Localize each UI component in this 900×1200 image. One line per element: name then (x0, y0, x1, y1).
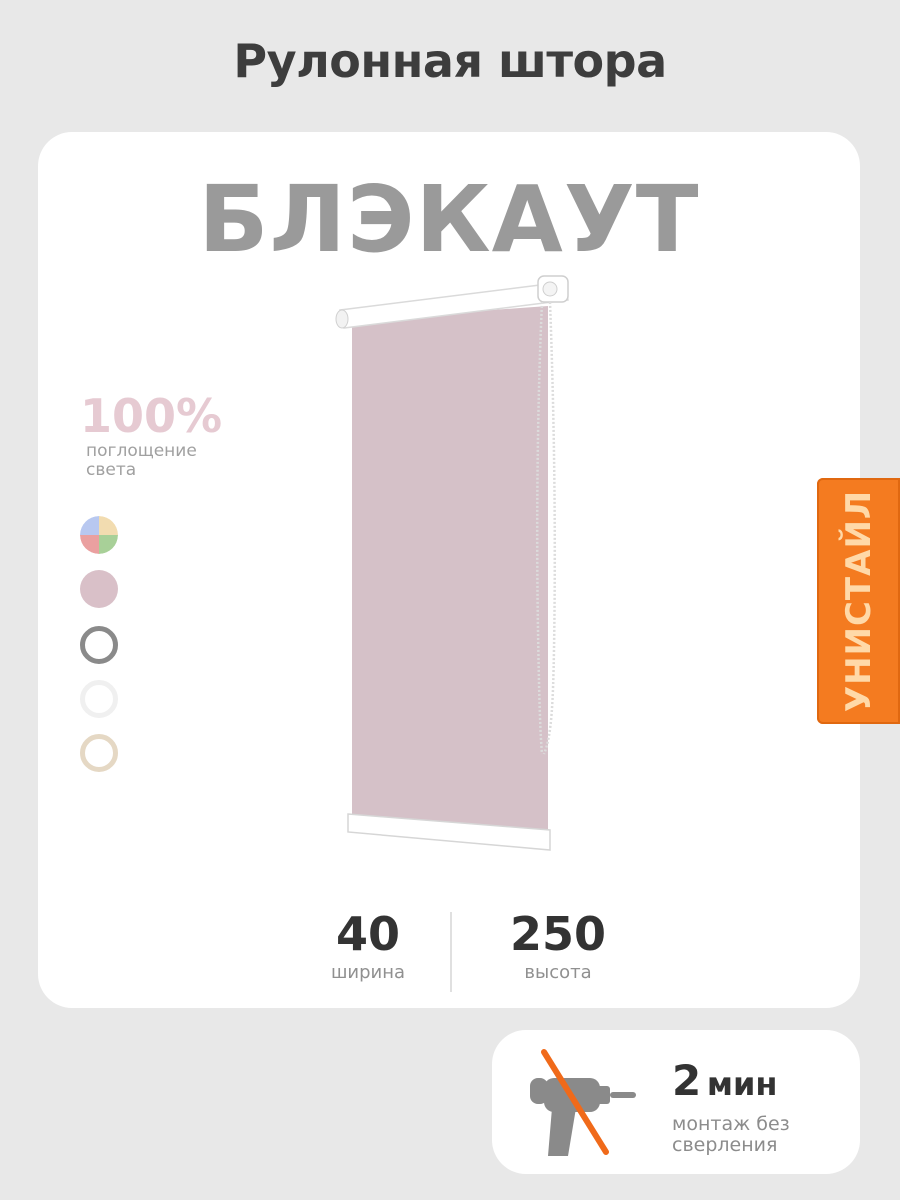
color-swatch-pink[interactable] (80, 570, 118, 608)
width-value: 40 (335, 907, 400, 961)
dimension-divider (450, 912, 452, 992)
height-value: 250 (509, 907, 607, 961)
dimensions: 40 ширина 250 высота (38, 908, 860, 998)
install-caption: монтаж без сверления (672, 1113, 790, 1156)
no-drill-icon (530, 1049, 636, 1156)
light-caption: поглощение света (86, 441, 197, 480)
dimension-width: 40 ширина (288, 908, 448, 983)
install-number: 2 (672, 1056, 702, 1105)
color-swatch-gray[interactable] (80, 626, 118, 664)
width-label: ширина (330, 962, 406, 983)
product-card: БЛЭКАУТ 100% поглощение света 40 ширина … (38, 132, 860, 1008)
page-title: Рулонная штора (233, 34, 667, 88)
color-swatch-white[interactable] (80, 680, 118, 718)
install-time: 2 мин (672, 1056, 778, 1105)
install-card: 2 мин монтаж без сверления (492, 1030, 860, 1174)
product-name: БЛЭКАУТ (198, 166, 700, 273)
height-label: высота (524, 962, 592, 983)
brand-name: УНИСТАЙЛ (839, 489, 879, 713)
color-swatch-beige[interactable] (80, 734, 118, 772)
light-absorption: 100% поглощение света (80, 390, 236, 480)
roller-blind-image (335, 275, 569, 851)
install-unit: мин (706, 1065, 778, 1103)
brand-tag: УНИСТАЙЛ (817, 478, 900, 724)
light-percent: 100% (80, 389, 223, 443)
multicolor-swatch-icon (80, 516, 118, 554)
blind-fabric (352, 306, 548, 836)
color-swatch-multicolor[interactable] (80, 516, 118, 554)
dimension-height: 250 высота (478, 908, 638, 983)
